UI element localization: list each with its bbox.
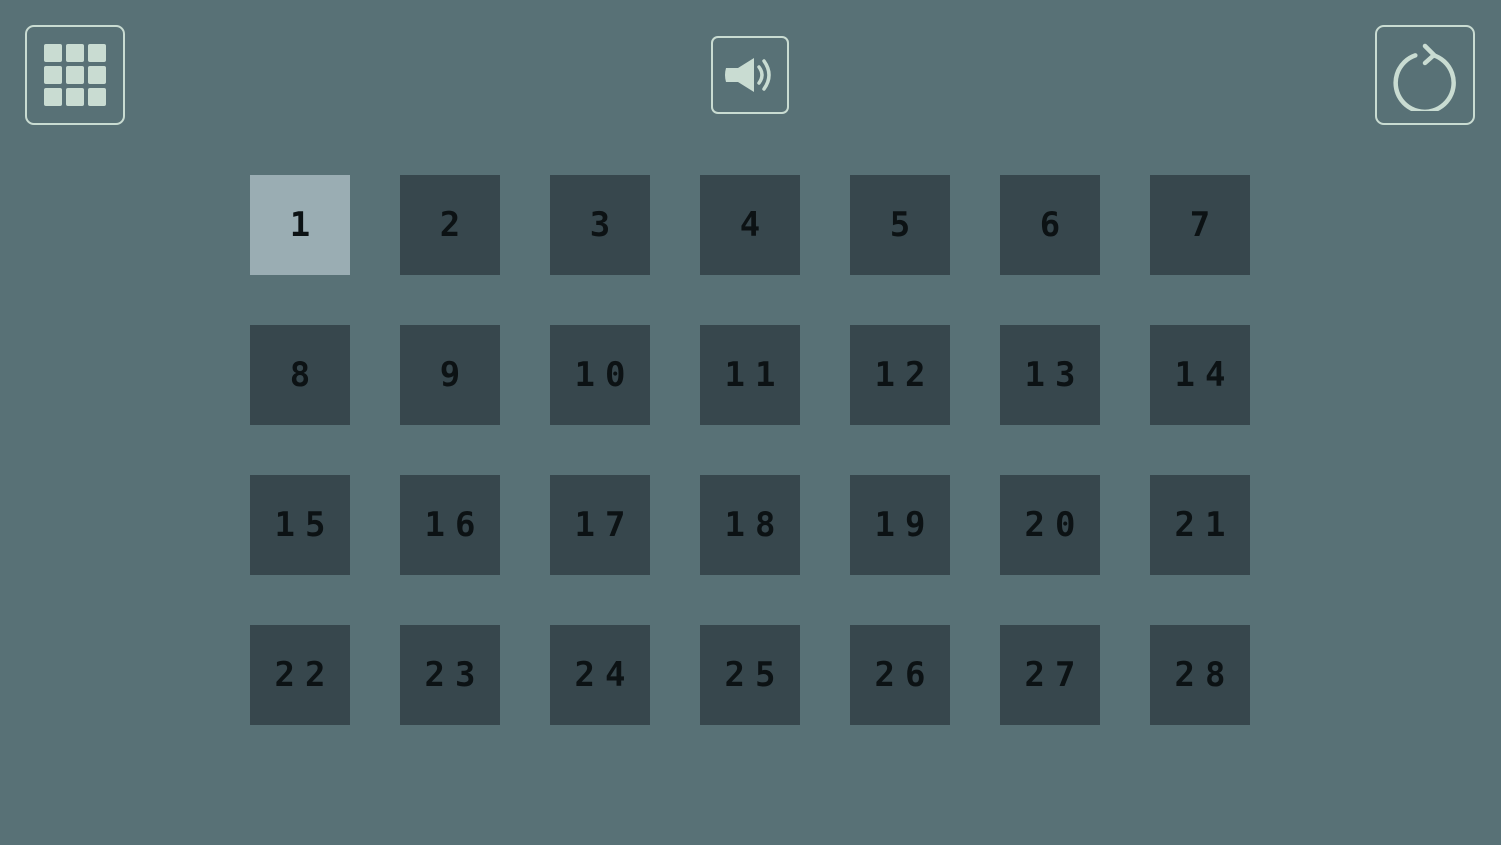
- speaker-icon: [725, 58, 771, 92]
- level-button-15[interactable]: 15: [250, 475, 350, 575]
- level-button-24[interactable]: 24: [550, 625, 650, 725]
- level-button-27[interactable]: 27: [1000, 625, 1100, 725]
- level-button-17[interactable]: 17: [550, 475, 650, 575]
- level-button-1[interactable]: 1: [250, 175, 350, 275]
- restart-button[interactable]: [1375, 25, 1475, 125]
- sound-toggle-button[interactable]: [711, 36, 789, 114]
- level-button-23[interactable]: 23: [400, 625, 500, 725]
- level-button-28[interactable]: 28: [1150, 625, 1250, 725]
- level-button-21[interactable]: 21: [1150, 475, 1250, 575]
- level-menu-button[interactable]: [25, 25, 125, 125]
- level-button-12[interactable]: 12: [850, 325, 950, 425]
- level-button-20[interactable]: 20: [1000, 475, 1100, 575]
- level-button-26[interactable]: 26: [850, 625, 950, 725]
- level-button-19[interactable]: 19: [850, 475, 950, 575]
- level-button-6[interactable]: 6: [1000, 175, 1100, 275]
- level-button-2[interactable]: 2: [400, 175, 500, 275]
- level-button-14[interactable]: 14: [1150, 325, 1250, 425]
- level-button-11[interactable]: 11: [700, 325, 800, 425]
- level-button-3[interactable]: 3: [550, 175, 650, 275]
- restart-icon: [1393, 43, 1456, 111]
- level-button-16[interactable]: 16: [400, 475, 500, 575]
- level-button-7[interactable]: 7: [1150, 175, 1250, 275]
- level-button-18[interactable]: 18: [700, 475, 800, 575]
- level-button-25[interactable]: 25: [700, 625, 800, 725]
- level-button-10[interactable]: 10: [550, 325, 650, 425]
- level-button-8[interactable]: 8: [250, 325, 350, 425]
- level-button-22[interactable]: 22: [250, 625, 350, 725]
- level-button-9[interactable]: 9: [400, 325, 500, 425]
- level-button-13[interactable]: 13: [1000, 325, 1100, 425]
- level-grid: 1 2 3 4 5 6 7 8 9 10 11 12 13 14 15 16 17 18 19 20 21 22 23 24 2…: [250, 175, 1250, 725]
- level-button-4[interactable]: 4: [700, 175, 800, 275]
- level-button-5[interactable]: 5: [850, 175, 950, 275]
- grid-menu-icon: [44, 44, 106, 106]
